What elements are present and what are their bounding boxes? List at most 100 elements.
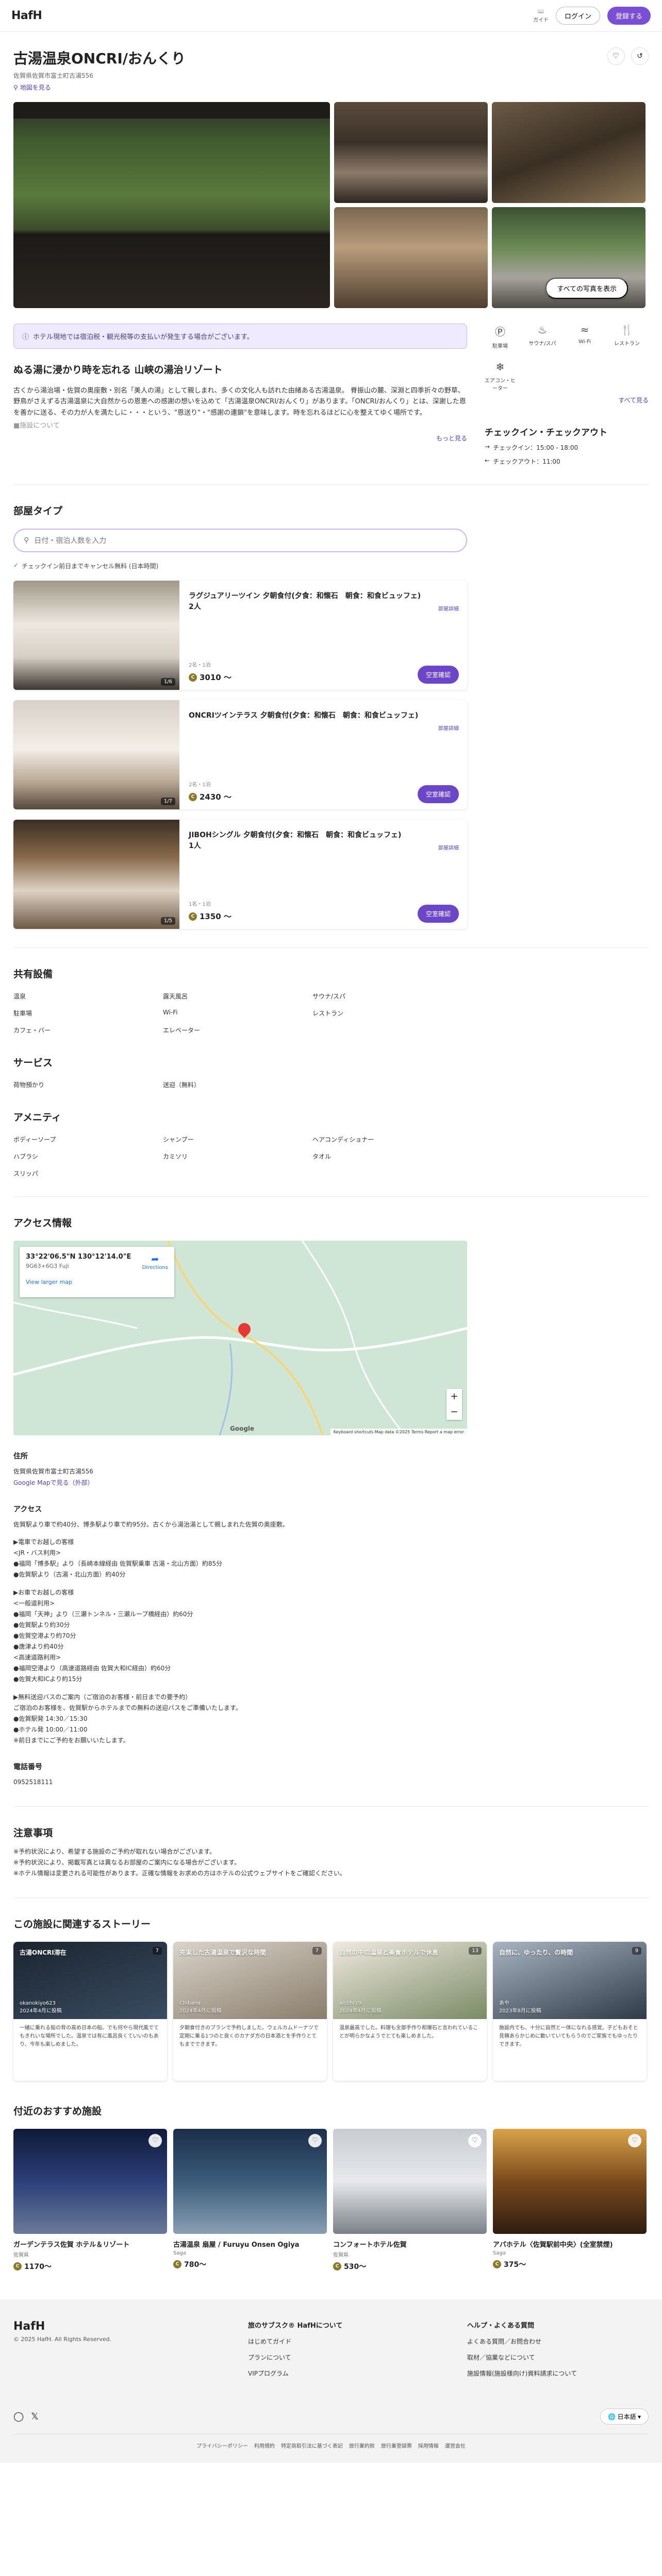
story-card[interactable]: 充実した古湯温泉で贅沢な時間 7 Chibana 2024年4月に投稿 夕朝食付き… [173, 1941, 327, 2081]
nearby-hotel-card[interactable]: ♡ ガーデンテラス佐賀 ホテル＆リゾート 佐賀県 C 1170〜 [13, 2128, 167, 2272]
room-detail-link[interactable]: 部屋詳細 [438, 604, 459, 612]
map-link[interactable]: ⚲ 地図を見る [13, 83, 51, 92]
legal-link[interactable]: 採用情報 [418, 2442, 439, 2449]
legal-link[interactable]: プライバシーポリシー [196, 2442, 248, 2449]
favorite-button[interactable]: ♡ [607, 47, 625, 65]
directions-button[interactable]: ➦ Directions [142, 1254, 168, 1270]
view-larger-map-link[interactable]: View larger map [26, 1279, 168, 1285]
hotel-address: 佐賀県佐賀市富士町古湯556 [13, 72, 93, 79]
story-title: 充実した古湯温泉で贅沢な時間 [179, 1948, 267, 1956]
instagram-icon[interactable]: ◯ [13, 2411, 24, 2422]
price-value: 1170〜 [24, 2262, 52, 2271]
gallery-photo-3[interactable] [492, 102, 646, 203]
heart-icon[interactable]: ♡ [468, 2133, 482, 2147]
info-icon: ⓘ [22, 333, 29, 341]
language-selector[interactable]: 🌐 日本語 ▾ [600, 2408, 649, 2425]
author-name: あや [499, 2000, 509, 2006]
read-more-link[interactable]: もっと見る [13, 434, 467, 443]
nearby-hotel-photo[interactable]: ♡ [333, 2128, 487, 2234]
check-availability-button[interactable]: 空室確認 [417, 666, 459, 684]
access-line: ●福岡空港より（高速道路経由 佐賀大和IC経由）約60分 [13, 1665, 171, 1672]
map-footer[interactable]: Keyboard shortcuts Map data ©2025 Terms … [330, 1429, 467, 1435]
legal-link[interactable]: 特定商取引法に基づく表記 [281, 2442, 343, 2449]
check-availability-button[interactable]: 空室確認 [417, 785, 459, 803]
nearby-hotel-photo[interactable]: ♡ [173, 2128, 327, 2234]
facility-item: エレベーター [163, 1027, 201, 1034]
legal-link[interactable]: 旅行業約款 [349, 2442, 375, 2449]
facility-item: 駐車場 [13, 1010, 32, 1017]
story-card[interactable]: 古湯ONCRI滞在 7 okanokiyo623 2024年4月に投稿 一緒に乗れ… [13, 1941, 167, 2081]
story-title: 自然に、ゆったり、の時間 [499, 1948, 573, 1956]
legal-link[interactable]: 旅行業登録票 [381, 2442, 412, 2449]
story-author: Chibana 2024年4月に投稿 [179, 2001, 222, 2014]
heart-icon[interactable]: ♡ [148, 2133, 162, 2147]
gallery-photo-4[interactable] [334, 207, 488, 308]
zoom-in-button[interactable]: + [446, 1389, 462, 1404]
amenity-item: ボディーソープ [13, 1136, 56, 1143]
zoom-out-button[interactable]: − [446, 1404, 462, 1420]
all-photos-button[interactable]: すべての写真を表示 [545, 278, 628, 299]
facility-item: カフェ・バー [13, 1027, 51, 1034]
room-card[interactable]: 1/5 JIBOHシングル 夕朝食付(夕食：和懐石 朝食：和食ビュッフェ) 1人… [13, 820, 467, 929]
nearby-hotel-card[interactable]: ♡ 古湯温泉 扇屋 / Furuyu Onsen Ogiya Saga C 780… [173, 2128, 327, 2272]
gallery-photo-main[interactable] [13, 102, 330, 308]
x-icon[interactable]: 𝕏 [31, 2411, 39, 2422]
footer-link[interactable]: プランについて [248, 2353, 467, 2362]
room-capacity: 2名・1泊 [189, 782, 211, 788]
legal-links: プライバシーポリシー 利用規約 特定商取引法に基づく表記 旅行業約款 旅行業登録… [13, 2433, 649, 2449]
access-line: ●福岡「博多駅」より（長崎本線経由 佐賀駅乗車 古湯・北山方面）約85分 [13, 1560, 223, 1568]
copyright: © 2025 HafH. All Rights Reserved. [13, 2335, 111, 2343]
phone-number: 0952518111 [13, 1778, 53, 1786]
guide-button[interactable]: 📖 ガイド [533, 9, 549, 23]
access-line: ▶お車でお越しの客様 [13, 1589, 74, 1597]
room-detail-link[interactable]: 部屋詳細 [438, 843, 459, 851]
post-date: 2023年8月に投稿 [499, 2008, 541, 2014]
share-button[interactable]: ↺ [631, 47, 649, 65]
divider [13, 1196, 649, 1197]
date-search-input[interactable]: ⚲ 日付・宿泊人数を入力 [13, 529, 467, 552]
room-photo[interactable]: 1/7 [13, 700, 179, 809]
photo-count: 1/6 [160, 678, 175, 686]
footer-link[interactable]: 取材／協業などについて [467, 2353, 649, 2362]
footer-link[interactable]: よくある質問／お問合わせ [467, 2337, 649, 2346]
footer-link[interactable]: はじめてガイド [248, 2337, 467, 2346]
room-capacity: 1名・1泊 [189, 902, 211, 907]
gallery-photo-2[interactable] [334, 102, 488, 203]
nearby-hotel-card[interactable]: ♡ コンフォートホテル佐賀 佐賀県 C 530〜 [333, 2128, 487, 2272]
check-availability-button[interactable]: 空室確認 [417, 905, 459, 923]
nearby-hotel-card[interactable]: ♡ アパホテル〈佐賀駅前中央〉(全室禁煙) Saga C 375〜 [493, 2128, 647, 2272]
signup-button[interactable]: 登録する [607, 7, 651, 25]
legal-link[interactable]: 利用規約 [254, 2442, 275, 2449]
google-map-link[interactable]: Google Mapで見る（外部） [13, 1478, 649, 1488]
nearby-hotel-photo[interactable]: ♡ [493, 2128, 647, 2234]
login-button[interactable]: ログイン [555, 7, 600, 25]
see-all-features-link[interactable]: すべて見る [485, 396, 649, 404]
aircon-icon: ❄ [495, 361, 505, 373]
amenity-item: タオル [312, 1153, 332, 1160]
nearby-hotel-name: 古湯温泉 扇屋 / Furuyu Onsen Ogiya [173, 2241, 300, 2249]
room-detail-link[interactable]: 部屋詳細 [438, 724, 459, 732]
footer-link[interactable]: 施設情報(施設様向け)資料請求について [467, 2369, 649, 2378]
coin-icon: C [493, 2260, 501, 2268]
legal-link[interactable]: 運営会社 [445, 2442, 466, 2449]
embedded-map[interactable]: 33°22'06.5"N 130°12'14.0"E 9G63+6G3 Fuji… [13, 1241, 467, 1435]
footer-logo[interactable]: HafH [13, 2320, 248, 2333]
access-line: ご宿泊のお客様を、佐賀駅からホテルまでの無料の送迎バスをご準備いたします。 [13, 1704, 242, 1712]
hafh-logo[interactable]: HafH [11, 9, 42, 22]
wifi-icon: ≈ [580, 324, 589, 336]
story-author: okanokiyo623 2024年4月に投稿 [20, 2001, 62, 2014]
heart-icon[interactable]: ♡ [628, 2133, 641, 2147]
room-card[interactable]: 1/6 ラグジュアリーツイン 夕朝食付(夕食：和懐石 朝食：和食ビュッフェ) 2… [13, 581, 467, 690]
hotel-overview: ⓘ ホテル現地では宿泊税・観光税等の支払いが発生する場合がございます。 ぬる湯に… [13, 324, 649, 466]
room-card[interactable]: 1/7 ONCRIツインテラス 夕朝食付(夕食：和懐石 朝食：和食ビュッフェ) … [13, 700, 467, 809]
room-photo[interactable]: 1/6 [13, 581, 179, 690]
nearby-hotel-photo[interactable]: ♡ [13, 2128, 167, 2234]
story-card[interactable]: 自然に、ゆったり、の時間 9 あや 2023年8月に投稿 施設内でも、十分に自然と… [493, 1941, 647, 2081]
facilities-list: 温泉 露天風呂 サウナ/スパ 駐車場 Wi-Fi レストラン カフェ・バー エレ… [13, 992, 649, 1035]
room-photo[interactable]: 1/5 [13, 820, 179, 929]
social-links: ◯ 𝕏 [13, 2411, 39, 2422]
access-line: ▶無料送迎バスのご案内（ご宿泊のお客様・前日までの要予約） [13, 1693, 192, 1701]
story-card[interactable]: 自然の中の温泉と美食ホテルで休息 13 aicchr19 2024年4月に投稿 温… [333, 1941, 487, 2081]
footer-link[interactable]: VIPプログラム [248, 2369, 467, 2378]
heart-icon[interactable]: ♡ [308, 2133, 322, 2147]
